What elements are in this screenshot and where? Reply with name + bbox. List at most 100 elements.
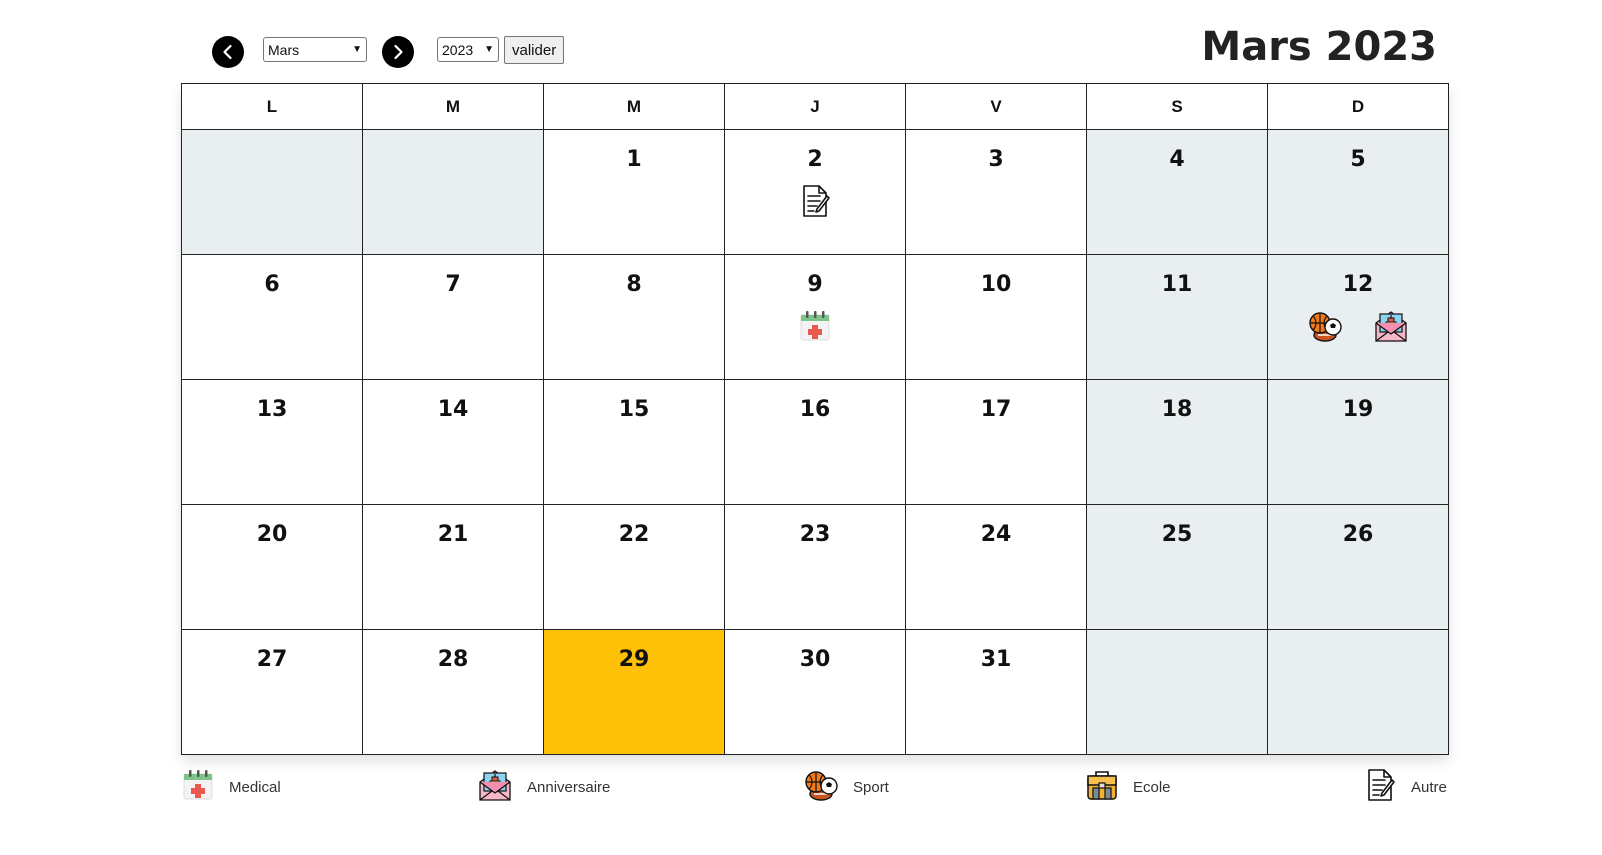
day-cell[interactable]: 6 [181,254,363,380]
empty-day-cell [1086,629,1268,755]
day-number: 4 [1169,147,1185,172]
weekday-header: L [181,83,363,130]
day-cell[interactable]: 31 [905,629,1087,755]
day-number: 3 [988,147,1004,172]
weekday-header: J [724,83,906,130]
day-cell[interactable]: 27 [181,629,363,755]
calendar-grid: LMMJVSD 1 2 3 4 5 6 7 8 9 10 11 12 13 14 15 16 17 18 19 20 2… [181,83,1449,755]
day-cell[interactable]: 4 [1086,129,1268,255]
day-cell[interactable]: 20 [181,504,363,630]
sport-balls-icon[interactable] [1307,309,1343,343]
day-number: 19 [1342,397,1374,422]
day-cell[interactable]: 22 [543,504,725,630]
day-number: 16 [799,397,831,422]
day-number: 9 [807,272,823,297]
medical-calendar-icon[interactable] [798,309,832,343]
day-number: 14 [437,397,469,422]
day-number: 17 [980,397,1012,422]
document-pen-icon[interactable] [798,184,832,218]
day-number: 7 [445,272,461,297]
day-number: 15 [618,397,650,422]
weekday-header-row: LMMJVSD [181,83,1449,130]
day-cell[interactable]: 8 [543,254,725,380]
chevron-left-icon [223,44,232,60]
day-number: 20 [256,522,288,547]
day-cell[interactable]: 15 [543,379,725,505]
day-cell[interactable]: 2 [724,129,906,255]
day-events [725,178,905,218]
legend-item-ecole: Ecole [1085,768,1171,807]
chevron-down-icon: ▼ [352,44,362,55]
page-title: Mars 2023 [1201,24,1437,70]
day-number: 10 [980,272,1012,297]
day-cell[interactable]: 28 [362,629,544,755]
day-number: 12 [1342,272,1374,297]
day-number: 27 [256,647,288,672]
day-number: 13 [256,397,288,422]
medical-calendar-icon [181,768,215,807]
empty-day-cell [181,129,363,255]
empty-day-cell [362,129,544,255]
sport-balls-icon [803,768,839,807]
month-select[interactable]: Mars ▼ [263,37,367,62]
day-cell[interactable]: 19 [1267,379,1449,505]
day-cell[interactable]: 7 [362,254,544,380]
day-cell[interactable]: 21 [362,504,544,630]
legend-label: Autre [1411,779,1447,796]
day-events [725,303,905,343]
day-cell[interactable]: 3 [905,129,1087,255]
day-number: 31 [980,647,1012,672]
day-cell[interactable]: 14 [362,379,544,505]
day-cell[interactable]: 24 [905,504,1087,630]
event-legend: Medical Anniversaire Sport Ecole Autre [181,768,1449,808]
day-number: 30 [799,647,831,672]
legend-label: Medical [229,779,281,796]
day-number: 5 [1350,147,1366,172]
weekday-header: V [905,83,1087,130]
day-number: 8 [626,272,642,297]
day-number: 25 [1161,522,1193,547]
day-cell[interactable]: 1 [543,129,725,255]
day-number: 22 [618,522,650,547]
validate-button[interactable]: valider [504,36,565,64]
day-number: 18 [1161,397,1193,422]
legend-item-autre: Autre [1363,768,1447,807]
weekday-header: M [362,83,544,130]
weekday-header: M [543,83,725,130]
day-cell[interactable]: 18 [1086,379,1268,505]
day-number: 28 [437,647,469,672]
day-cell[interactable]: 23 [724,504,906,630]
day-cell[interactable]: 25 [1086,504,1268,630]
month-select-value: Mars [268,41,300,58]
birthday-envelope-icon[interactable] [1373,309,1409,343]
week-row: 13 14 15 16 17 18 19 [181,379,1449,505]
legend-label: Ecole [1133,779,1171,796]
year-select[interactable]: 2023 ▼ [437,37,499,62]
day-cell[interactable]: 16 [724,379,906,505]
day-cell[interactable]: 9 [724,254,906,380]
day-cell[interactable]: 13 [181,379,363,505]
next-month-button[interactable] [382,36,414,68]
week-row: 20 21 22 23 24 25 26 [181,504,1449,630]
day-cell[interactable]: 5 [1267,129,1449,255]
day-number: 29 [618,647,650,672]
legend-label: Sport [853,779,889,796]
day-cell-today[interactable]: 29 [543,629,725,755]
weekday-header: D [1267,83,1449,130]
day-number: 21 [437,522,469,547]
day-cell[interactable]: 17 [905,379,1087,505]
birthday-envelope-icon [477,768,513,807]
day-cell[interactable]: 11 [1086,254,1268,380]
day-number: 1 [626,147,642,172]
week-row: 1 2 3 4 5 [181,129,1449,255]
day-cell[interactable]: 26 [1267,504,1449,630]
empty-day-cell [1267,629,1449,755]
document-pen-icon [1363,768,1397,807]
weekday-header: S [1086,83,1268,130]
prev-month-button[interactable] [212,36,244,68]
day-cell[interactable]: 10 [905,254,1087,380]
legend-item-sport: Sport [803,768,889,807]
day-cell[interactable]: 12 [1267,254,1449,380]
day-cell[interactable]: 30 [724,629,906,755]
day-number: 26 [1342,522,1374,547]
